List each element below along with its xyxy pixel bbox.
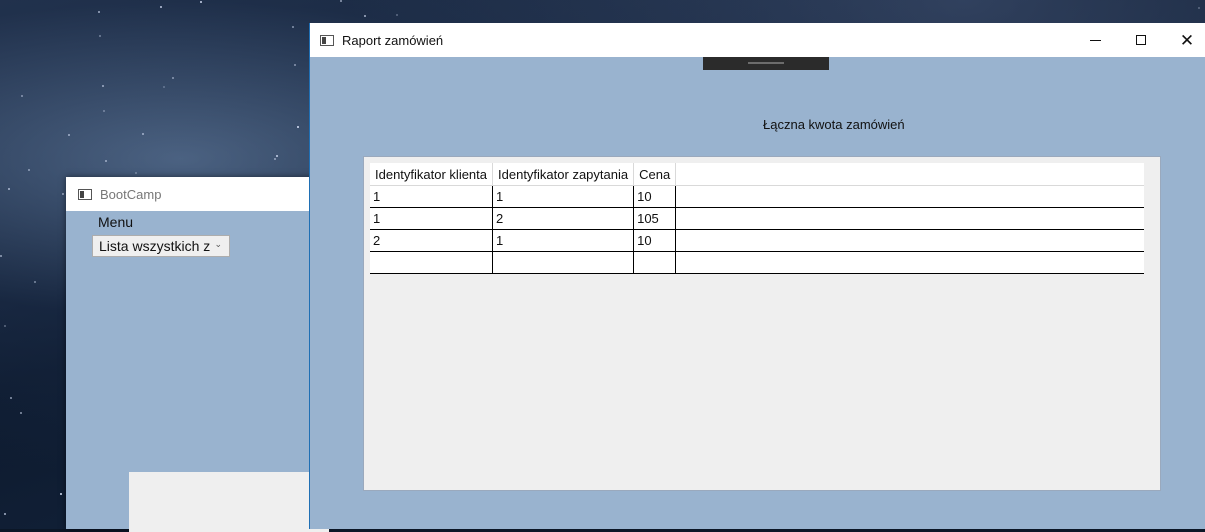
maximize-icon xyxy=(1136,35,1146,45)
minimize-icon xyxy=(1089,39,1101,41)
orders-table: Identyfikator klienta Identyfikator zapy… xyxy=(370,163,1145,274)
table-row[interactable]: 2 1 10 xyxy=(370,229,1145,252)
column-header-price[interactable]: Cena xyxy=(633,163,677,186)
star-dot xyxy=(4,513,6,515)
new-row[interactable] xyxy=(370,251,1145,274)
header-row: Identyfikator klienta Identyfikator zapy… xyxy=(370,163,1145,186)
app-window-icon xyxy=(320,34,334,46)
star-dot xyxy=(276,155,278,157)
cell-request-id[interactable]: 1 xyxy=(492,185,635,208)
maximize-button[interactable] xyxy=(1118,23,1164,57)
star-dot xyxy=(274,158,276,160)
menu-label[interactable]: Menu xyxy=(98,214,133,230)
report-titlebar[interactable]: Raport zamówień ✕ xyxy=(310,23,1205,57)
cell-client-id[interactable]: 1 xyxy=(370,185,494,208)
star-dot xyxy=(172,77,174,79)
total-amount-label: Łączna kwota zamówień xyxy=(763,117,905,132)
cell-price[interactable]: 10 xyxy=(633,185,677,208)
cell-request-id[interactable]: 2 xyxy=(492,207,635,230)
star-dot xyxy=(68,134,70,136)
grip-icon xyxy=(748,62,784,64)
star-dot xyxy=(340,0,342,2)
star-dot xyxy=(135,172,137,174)
app-window-icon xyxy=(78,188,92,200)
table-row[interactable]: 1 2 105 xyxy=(370,207,1145,230)
bootcamp-titlebar[interactable]: BootCamp xyxy=(66,177,326,211)
star-dot xyxy=(60,493,62,495)
cell-price[interactable] xyxy=(633,251,677,274)
minimize-button[interactable] xyxy=(1072,23,1118,57)
star-dot xyxy=(160,6,162,8)
star-dot xyxy=(103,110,105,112)
cell-request-id[interactable]: 1 xyxy=(492,229,635,252)
table-row[interactable]: 1 1 10 xyxy=(370,185,1145,208)
star-dot xyxy=(98,11,100,13)
cell-client-id[interactable]: 2 xyxy=(370,229,494,252)
star-dot xyxy=(1198,7,1200,9)
star-dot xyxy=(396,14,398,16)
star-dot xyxy=(34,281,36,283)
star-dot xyxy=(28,169,30,171)
cell-client-id[interactable] xyxy=(370,251,494,274)
star-dot xyxy=(292,26,294,28)
cell-filler xyxy=(675,207,1145,230)
star-dot xyxy=(62,193,64,195)
star-dot xyxy=(105,160,107,162)
star-dot xyxy=(200,1,202,3)
report-title-area: Raport zamówień xyxy=(310,33,443,48)
bootcamp-window: BootCamp Menu Lista wszystkich z ⌄ xyxy=(66,177,329,532)
combo-selected-value: Lista wszystkich z xyxy=(99,238,211,254)
star-dot xyxy=(8,188,10,190)
orders-datagrid[interactable]: Identyfikator klienta Identyfikator zapy… xyxy=(363,156,1161,491)
star-dot xyxy=(4,325,6,327)
report-window: Raport zamówień ✕ Łączna kwota zamówień … xyxy=(309,23,1205,529)
cell-filler xyxy=(675,229,1145,252)
column-header-request-id[interactable]: Identyfikator zapytania xyxy=(492,163,635,186)
top-handle-bar[interactable] xyxy=(703,57,829,70)
bootcamp-title: BootCamp xyxy=(100,186,162,202)
star-dot xyxy=(20,412,22,414)
star-dot xyxy=(297,126,299,128)
star-dot xyxy=(0,255,2,257)
chevron-down-icon[interactable]: ⌄ xyxy=(214,239,222,250)
cell-price[interactable]: 10 xyxy=(633,229,677,252)
column-header-client-id[interactable]: Identyfikator klienta xyxy=(370,163,494,186)
star-dot xyxy=(21,95,23,97)
star-dot xyxy=(294,64,296,66)
star-dot xyxy=(10,397,12,399)
star-dot xyxy=(364,15,366,17)
cell-client-id[interactable]: 1 xyxy=(370,207,494,230)
cell-price[interactable]: 105 xyxy=(633,207,677,230)
star-dot xyxy=(102,85,104,87)
cell-filler xyxy=(675,251,1145,274)
list-combobox[interactable]: Lista wszystkich z ⌄ xyxy=(92,235,230,257)
column-header-filler xyxy=(675,163,1145,186)
close-icon: ✕ xyxy=(1179,30,1195,50)
cell-filler xyxy=(675,185,1145,208)
close-button[interactable]: ✕ xyxy=(1164,23,1205,57)
star-dot xyxy=(142,133,144,135)
cell-request-id[interactable] xyxy=(492,251,635,274)
bootcamp-content-panel xyxy=(129,472,329,532)
star-dot xyxy=(99,35,101,37)
report-title: Raport zamówień xyxy=(342,32,444,48)
star-dot xyxy=(163,86,165,88)
